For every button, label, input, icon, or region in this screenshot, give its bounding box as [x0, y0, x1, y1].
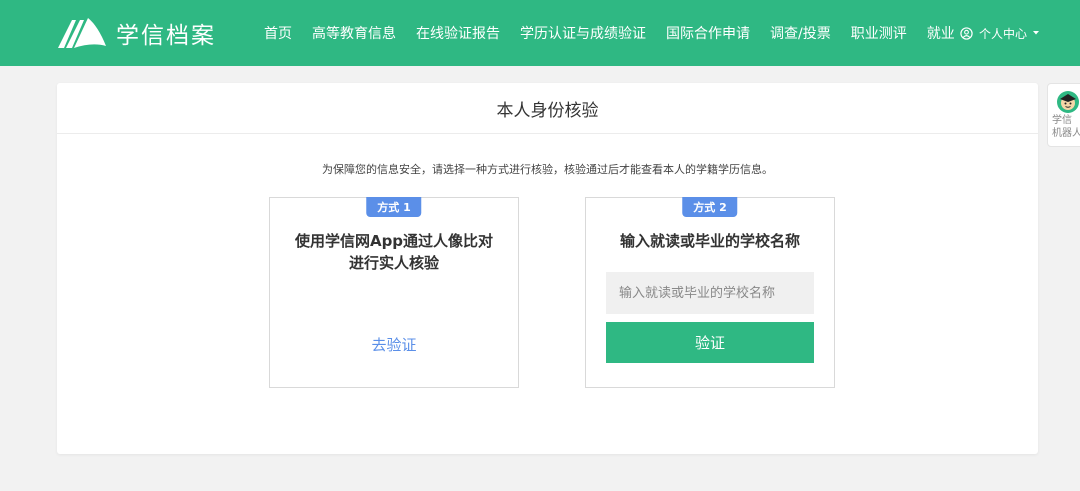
nav-survey-vote[interactable]: 调查/投票 — [770, 23, 831, 43]
nav-higher-education-info[interactable]: 高等教育信息 — [312, 23, 396, 43]
school-name-input[interactable] — [606, 272, 814, 314]
method-1-heading-line1: 使用学信网App通过人像比对 — [294, 232, 494, 250]
book-logo-icon — [58, 18, 106, 48]
method-1-badge: 方式 1 — [366, 197, 422, 217]
identity-verification-panel: 本人身份核验 为保障您的信息安全，请选择一种方式进行核验，核验通过后才能查看本人… — [57, 83, 1038, 454]
page-title: 本人身份核验 — [57, 83, 1038, 134]
go-verify-link[interactable]: 去验证 — [270, 334, 518, 355]
method-1-heading: 使用学信网App通过人像比对 进行实人核验 — [280, 230, 508, 274]
logo-text: 学信档案 — [116, 23, 216, 49]
robot-label-line1: 学信 — [1052, 115, 1072, 126]
method-2-card: 方式 2 输入就读或毕业的学校名称 验证 — [585, 197, 835, 388]
nav-home[interactable]: 首页 — [264, 23, 292, 43]
robot-avatar-icon — [1057, 91, 1079, 113]
robot-label-line2: 机器人 — [1052, 128, 1080, 139]
site-logo[interactable]: 学信档案 — [56, 14, 216, 52]
robot-assistant-widget[interactable]: 学信 机器人 — [1047, 83, 1080, 147]
security-notice: 为保障您的信息安全，请选择一种方式进行核验，核验通过后才能查看本人的学籍学历信息… — [322, 163, 773, 176]
user-center-menu[interactable]: 个人中心 — [960, 0, 1040, 66]
verify-button[interactable]: 验证 — [606, 322, 814, 363]
main-nav: 首页 高等教育信息 在线验证报告 学历认证与成绩验证 国际合作申请 调查/投票 … — [264, 0, 955, 66]
chevron-down-icon — [1033, 31, 1040, 35]
nav-employment[interactable]: 就业 — [927, 23, 955, 43]
nav-degree-certification[interactable]: 学历认证与成绩验证 — [520, 23, 646, 43]
method-1-card: 方式 1 使用学信网App通过人像比对 进行实人核验 去验证 — [269, 197, 519, 388]
nav-online-verification-report[interactable]: 在线验证报告 — [416, 23, 500, 43]
top-navigation-bar: 学信档案 首页 高等教育信息 在线验证报告 学历认证与成绩验证 国际合作申请 调… — [0, 0, 1080, 66]
method-1-heading-line2: 进行实人核验 — [348, 254, 439, 272]
user-center-label: 个人中心 — [979, 26, 1028, 41]
nav-international-cooperation[interactable]: 国际合作申请 — [666, 23, 750, 43]
user-circle-icon — [960, 26, 973, 40]
method-2-badge: 方式 2 — [682, 197, 738, 217]
nav-career-assessment[interactable]: 职业测评 — [851, 23, 907, 43]
method-2-heading: 输入就读或毕业的学校名称 — [619, 232, 800, 250]
